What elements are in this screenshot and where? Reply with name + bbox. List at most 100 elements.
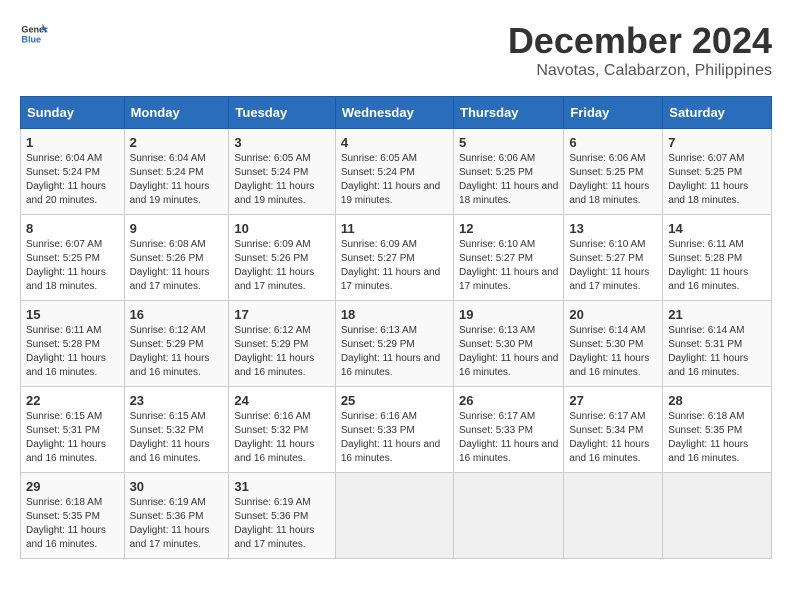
day-number: 27 [569, 393, 657, 408]
day-info: Sunrise: 6:18 AMSunset: 5:35 PMDaylight:… [26, 496, 119, 552]
column-header-sunday: Sunday [21, 97, 125, 129]
day-info: Sunrise: 6:06 AMSunset: 5:25 PMDaylight:… [459, 152, 558, 208]
day-number: 14 [668, 221, 766, 236]
calendar-cell: 23 Sunrise: 6:15 AMSunset: 5:32 PMDayligh… [124, 387, 229, 473]
column-header-saturday: Saturday [663, 97, 772, 129]
day-number: 20 [569, 307, 657, 322]
day-number: 8 [26, 221, 119, 236]
calendar-cell: 21 Sunrise: 6:14 AMSunset: 5:31 PMDayligh… [663, 301, 772, 387]
day-number: 30 [130, 479, 224, 494]
day-number: 7 [668, 135, 766, 150]
day-number: 19 [459, 307, 558, 322]
day-number: 6 [569, 135, 657, 150]
day-info: Sunrise: 6:06 AMSunset: 5:25 PMDaylight:… [569, 152, 657, 208]
day-number: 5 [459, 135, 558, 150]
day-number: 18 [341, 307, 448, 322]
day-number: 2 [130, 135, 224, 150]
calendar-header: SundayMondayTuesdayWednesdayThursdayFrid… [21, 97, 772, 129]
day-number: 24 [234, 393, 329, 408]
calendar-body: 1 Sunrise: 6:04 AMSunset: 5:24 PMDaylight… [21, 129, 772, 559]
page-title: December 2024 [508, 20, 772, 62]
title-area: December 2024 Navotas, Calabarzon, Phili… [508, 20, 772, 80]
calendar-cell: 18 Sunrise: 6:13 AMSunset: 5:29 PMDayligh… [335, 301, 453, 387]
day-number: 10 [234, 221, 329, 236]
day-info: Sunrise: 6:15 AMSunset: 5:32 PMDaylight:… [130, 410, 224, 466]
calendar-cell: 26Sunrise: 6:17 AMSunset: 5:33 PMDayligh… [454, 387, 564, 473]
calendar-cell: 16 Sunrise: 6:12 AMSunset: 5:29 PMDayligh… [124, 301, 229, 387]
calendar-cell: 28Sunrise: 6:18 AMSunset: 5:35 PMDayligh… [663, 387, 772, 473]
day-info: Sunrise: 6:13 AMSunset: 5:29 PMDaylight:… [341, 324, 448, 380]
day-info: Sunrise: 6:07 AMSunset: 5:25 PMDaylight:… [668, 152, 766, 208]
day-info: Sunrise: 6:13 AMSunset: 5:30 PMDaylight:… [459, 324, 558, 380]
calendar-cell: 5 Sunrise: 6:06 AMSunset: 5:25 PMDaylight… [454, 129, 564, 215]
column-header-monday: Monday [124, 97, 229, 129]
calendar-cell: 3 Sunrise: 6:05 AMSunset: 5:24 PMDaylight… [229, 129, 335, 215]
column-header-friday: Friday [564, 97, 663, 129]
column-header-thursday: Thursday [454, 97, 564, 129]
page-subtitle: Navotas, Calabarzon, Philippines [508, 62, 772, 80]
day-number: 21 [668, 307, 766, 322]
day-number: 29 [26, 479, 119, 494]
day-number: 22 [26, 393, 119, 408]
day-number: 3 [234, 135, 329, 150]
day-number: 1 [26, 135, 119, 150]
day-info: Sunrise: 6:19 AMSunset: 5:36 PMDaylight:… [234, 496, 329, 552]
calendar-cell: 13 Sunrise: 6:10 AMSunset: 5:27 PMDayligh… [564, 215, 663, 301]
day-info: Sunrise: 6:09 AMSunset: 5:27 PMDaylight:… [341, 238, 448, 294]
day-info: Sunrise: 6:17 AMSunset: 5:33 PMDaylight:… [459, 410, 558, 466]
page-header: General Blue December 2024 Navotas, Cala… [20, 20, 772, 80]
day-number: 16 [130, 307, 224, 322]
calendar-cell: 11 Sunrise: 6:09 AMSunset: 5:27 PMDayligh… [335, 215, 453, 301]
calendar-cell [564, 473, 663, 559]
calendar-cell: 17Sunrise: 6:12 AMSunset: 5:29 PMDayligh… [229, 301, 335, 387]
calendar-table: SundayMondayTuesdayWednesdayThursdayFrid… [20, 96, 772, 559]
calendar-cell: 30Sunrise: 6:19 AMSunset: 5:36 PMDayligh… [124, 473, 229, 559]
day-info: Sunrise: 6:10 AMSunset: 5:27 PMDaylight:… [459, 238, 558, 294]
day-info: Sunrise: 6:15 AMSunset: 5:31 PMDaylight:… [26, 410, 119, 466]
day-number: 12 [459, 221, 558, 236]
calendar-cell: 12 Sunrise: 6:10 AMSunset: 5:27 PMDayligh… [454, 215, 564, 301]
day-number: 28 [668, 393, 766, 408]
day-number: 25 [341, 393, 448, 408]
calendar-cell: 27 Sunrise: 6:17 AMSunset: 5:34 PMDayligh… [564, 387, 663, 473]
day-number: 23 [130, 393, 224, 408]
day-info: Sunrise: 6:12 AMSunset: 5:29 PMDaylight:… [130, 324, 224, 380]
day-number: 31 [234, 479, 329, 494]
calendar-cell: 29 Sunrise: 6:18 AMSunset: 5:35 PMDayligh… [21, 473, 125, 559]
day-info: Sunrise: 6:14 AMSunset: 5:31 PMDaylight:… [668, 324, 766, 380]
calendar-cell: 20 Sunrise: 6:14 AMSunset: 5:30 PMDayligh… [564, 301, 663, 387]
day-number: 13 [569, 221, 657, 236]
day-number: 11 [341, 221, 448, 236]
day-info: Sunrise: 6:14 AMSunset: 5:30 PMDaylight:… [569, 324, 657, 380]
week-row-2: 8 Sunrise: 6:07 AMSunset: 5:25 PMDaylight… [21, 215, 772, 301]
day-info: Sunrise: 6:12 AMSunset: 5:29 PMDaylight:… [234, 324, 329, 380]
day-info: Sunrise: 6:04 AMSunset: 5:24 PMDaylight:… [26, 152, 119, 208]
calendar-cell: 22 Sunrise: 6:15 AMSunset: 5:31 PMDayligh… [21, 387, 125, 473]
calendar-cell: 2Sunrise: 6:04 AMSunset: 5:24 PMDaylight… [124, 129, 229, 215]
column-header-wednesday: Wednesday [335, 97, 453, 129]
day-info: Sunrise: 6:05 AMSunset: 5:24 PMDaylight:… [234, 152, 329, 208]
calendar-cell: 4 Sunrise: 6:05 AMSunset: 5:24 PMDaylight… [335, 129, 453, 215]
calendar-cell: 24 Sunrise: 6:16 AMSunset: 5:32 PMDayligh… [229, 387, 335, 473]
day-info: Sunrise: 6:07 AMSunset: 5:25 PMDaylight:… [26, 238, 119, 294]
calendar-cell: 19 Sunrise: 6:13 AMSunset: 5:30 PMDayligh… [454, 301, 564, 387]
day-number: 15 [26, 307, 119, 322]
day-number: 9 [130, 221, 224, 236]
calendar-cell: 8 Sunrise: 6:07 AMSunset: 5:25 PMDaylight… [21, 215, 125, 301]
day-info: Sunrise: 6:10 AMSunset: 5:27 PMDaylight:… [569, 238, 657, 294]
calendar-cell [335, 473, 453, 559]
day-number: 4 [341, 135, 448, 150]
calendar-cell [454, 473, 564, 559]
calendar-cell: 25Sunrise: 6:16 AMSunset: 5:33 PMDayligh… [335, 387, 453, 473]
calendar-cell: 7 Sunrise: 6:07 AMSunset: 5:25 PMDaylight… [663, 129, 772, 215]
day-info: Sunrise: 6:17 AMSunset: 5:34 PMDaylight:… [569, 410, 657, 466]
column-header-tuesday: Tuesday [229, 97, 335, 129]
week-row-5: 29 Sunrise: 6:18 AMSunset: 5:35 PMDayligh… [21, 473, 772, 559]
day-info: Sunrise: 6:08 AMSunset: 5:26 PMDaylight:… [130, 238, 224, 294]
day-info: Sunrise: 6:05 AMSunset: 5:24 PMDaylight:… [341, 152, 448, 208]
day-info: Sunrise: 6:09 AMSunset: 5:26 PMDaylight:… [234, 238, 329, 294]
day-info: Sunrise: 6:16 AMSunset: 5:32 PMDaylight:… [234, 410, 329, 466]
calendar-cell: 6 Sunrise: 6:06 AMSunset: 5:25 PMDaylight… [564, 129, 663, 215]
week-row-1: 1 Sunrise: 6:04 AMSunset: 5:24 PMDaylight… [21, 129, 772, 215]
header-row: SundayMondayTuesdayWednesdayThursdayFrid… [21, 97, 772, 129]
